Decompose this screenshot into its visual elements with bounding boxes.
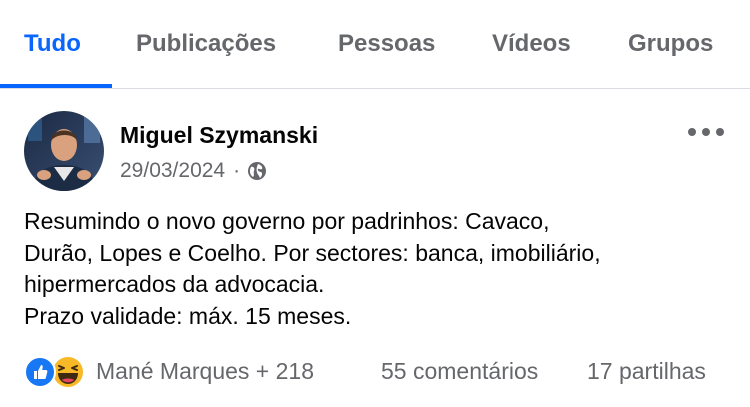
post-text: Resumindo o novo governo por padrinhos: … xyxy=(24,206,734,332)
post-date[interactable]: 29/03/2024 xyxy=(120,159,225,183)
post-text-line: Prazo validade: máx. 15 meses. xyxy=(24,302,352,329)
tab-posts[interactable]: Publicações xyxy=(136,30,276,58)
author-name[interactable]: Miguel Szymanski xyxy=(120,122,318,149)
tab-all[interactable]: Tudo xyxy=(24,30,81,58)
author-avatar[interactable] xyxy=(24,111,104,191)
tab-videos[interactable]: Vídeos xyxy=(492,30,571,58)
post-text-line: Resumindo o novo governo por padrinhos: … xyxy=(24,208,550,234)
reaction-icons[interactable] xyxy=(24,354,94,389)
like-icon xyxy=(24,356,56,388)
post-text-line: hipermercados da advocacia. xyxy=(24,271,325,297)
active-tab-indicator xyxy=(0,84,112,88)
tab-groups[interactable]: Grupos xyxy=(628,30,713,58)
comments-count[interactable]: 55 comentários xyxy=(381,358,538,385)
shares-count[interactable]: 17 partilhas xyxy=(587,358,706,385)
globe-icon xyxy=(246,160,268,182)
more-options-icon[interactable] xyxy=(688,122,724,142)
search-results-tabs: Tudo Publicações Pessoas Vídeos Grupos xyxy=(0,0,750,89)
post-meta: 29/03/2024 · xyxy=(120,159,268,183)
tab-people[interactable]: Pessoas xyxy=(338,30,435,58)
post-footer: Mané Marques + 218 55 comentários 17 par… xyxy=(24,352,726,390)
meta-separator: · xyxy=(233,159,241,182)
reactors-summary[interactable]: Mané Marques + 218 xyxy=(96,358,314,385)
post-text-line: Durão, Lopes e Coelho. Por sectores: ban… xyxy=(24,239,601,266)
